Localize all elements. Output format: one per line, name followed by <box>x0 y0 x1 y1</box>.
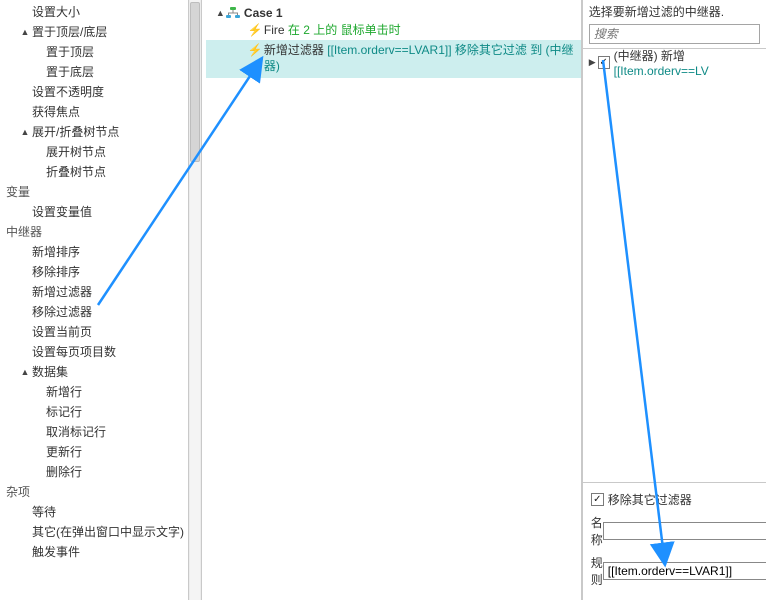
tree-item-expand[interactable]: 展开树节点 <box>6 142 188 162</box>
tree-item-label: 置于底层 <box>46 62 94 82</box>
splitter-left[interactable] <box>188 0 202 600</box>
action-row[interactable]: ⚡ 新增过滤器 [[Item.orderv==LVAR1]] 移除其它过滤 到 … <box>206 40 582 78</box>
rule-input[interactable] <box>603 562 766 580</box>
search-field-wrapper <box>589 24 760 44</box>
remove-others-checkbox[interactable]: ✓ <box>591 493 604 506</box>
tree-item-label: 其它(在弹出窗口中显示文字) <box>32 522 184 542</box>
tree-group-label: 变量 <box>6 182 30 202</box>
tree-item-label: 新增排序 <box>32 242 80 262</box>
caret-right-icon: ▶ <box>589 57 598 68</box>
checkbox[interactable]: ✓ <box>598 56 610 69</box>
filter-config: ✓ 移除其它过滤器 名称 规则 <box>583 482 766 600</box>
tree-item-label: 新增行 <box>46 382 82 402</box>
action-text: 新增过滤器 [[Item.orderv==LVAR1]] 移除其它过滤 到 (中… <box>264 42 582 74</box>
tree-item-set-current-page[interactable]: 设置当前页 <box>6 322 188 342</box>
tree-group-repeater[interactable]: 中继器 <box>6 222 188 242</box>
scrollbar-thumb[interactable] <box>190 2 200 162</box>
repeater-item[interactable]: ▶ ✓ (中继器) 新增 [[Item.orderv==LV <box>589 53 766 71</box>
tree-item-label: 展开树节点 <box>46 142 106 162</box>
tree-item-label: 移除排序 <box>32 262 80 282</box>
tree-item-label: 设置每页项目数 <box>32 342 116 362</box>
caret-down-icon: ▲ <box>216 8 226 18</box>
tree-item-send-back[interactable]: 置于底层 <box>6 62 188 82</box>
right-title: 选择要新增过滤的中继器. <box>583 0 766 20</box>
tree-item-set-items-per-page[interactable]: 设置每页项目数 <box>6 342 188 362</box>
tree-item-bring-front[interactable]: 置于顶层 <box>6 42 188 62</box>
repeater-list: ▶ ✓ (中继器) 新增 [[Item.orderv==LV <box>583 48 766 71</box>
left-action-tree: 设置大小 ▲置于顶层/底层 置于顶层 置于底层 设置不透明度 获得焦点 ▲展开/… <box>0 0 188 600</box>
tree-item-label: 设置大小 <box>32 2 80 22</box>
tree-item-delete-row[interactable]: 删除行 <box>6 462 188 482</box>
search-input[interactable] <box>590 25 759 43</box>
tree-item-wait[interactable]: 等待 <box>6 502 188 522</box>
tree-item-label: 设置当前页 <box>32 322 92 342</box>
flowchart-icon <box>226 7 240 19</box>
tree-item-label: 置于顶层 <box>46 42 94 62</box>
right-config-pane: 选择要新增过滤的中继器. ▶ ✓ (中继器) 新增 [[Item.orderv=… <box>582 0 766 600</box>
caret-down-icon: ▲ <box>20 22 30 42</box>
tree-group-label: 数据集 <box>32 362 68 382</box>
tree-item-label: 新增过滤器 <box>32 282 92 302</box>
tree-item-label: 设置不透明度 <box>32 82 104 102</box>
tree-item-label: 移除过滤器 <box>32 302 92 322</box>
tree-item-set-size[interactable]: 设置大小 <box>6 2 188 22</box>
name-label: 名称 <box>591 514 603 548</box>
tree-group-label: 中继器 <box>6 222 42 242</box>
tree-group-other[interactable]: 杂项 <box>6 482 188 502</box>
event-text: Fire 在 2 上的 鼠标单击时 <box>264 22 401 38</box>
tree-item-expand-collapse[interactable]: ▲展开/折叠树节点 <box>6 122 188 142</box>
tree-item-add-sort[interactable]: 新增排序 <box>6 242 188 262</box>
tree-item-label: 获得焦点 <box>32 102 80 122</box>
tree-item-label: 删除行 <box>46 462 82 482</box>
tree-item-remove-sort[interactable]: 移除排序 <box>6 262 188 282</box>
tree-group-dataset[interactable]: ▲数据集 <box>6 362 188 382</box>
tree-item-remove-filter[interactable]: 移除过滤器 <box>6 302 188 322</box>
name-input[interactable] <box>603 522 766 540</box>
tree-item-mark-row[interactable]: 标记行 <box>6 402 188 422</box>
tree-item-raise-event[interactable]: 触发事件 <box>6 542 188 562</box>
caret-down-icon: ▲ <box>20 362 30 382</box>
rule-label: 规则 <box>591 554 603 588</box>
tree-item-label: 等待 <box>32 502 56 522</box>
case-row[interactable]: ▲ Case 1 <box>206 4 582 22</box>
tree-item-label: 设置变量值 <box>32 202 92 222</box>
tree-item-add-filter[interactable]: 新增过滤器 <box>6 282 188 302</box>
tree-item-add-row[interactable]: 新增行 <box>6 382 188 402</box>
tree-group-variables[interactable]: 变量 <box>6 182 188 202</box>
repeater-item-label: (中继器) 新增 [[Item.orderv==LV <box>614 47 766 78</box>
tree-item-label: 折叠树节点 <box>46 162 106 182</box>
tree-item-focus[interactable]: 获得焦点 <box>6 102 188 122</box>
tree-item-update-row[interactable]: 更新行 <box>6 442 188 462</box>
tree-item-set-variable[interactable]: 设置变量值 <box>6 202 188 222</box>
tree-item-label: 展开/折叠树节点 <box>32 122 119 142</box>
remove-others-label: 移除其它过滤器 <box>608 491 692 508</box>
tree-item-collapse[interactable]: 折叠树节点 <box>6 162 188 182</box>
bolt-icon: ⚡ <box>248 42 262 58</box>
bolt-icon: ⚡ <box>248 22 262 38</box>
center-actions-pane: ▲ Case 1 ⚡ Fire 在 2 上的 鼠标单击时 ⚡ 新增过滤器 [[I… <box>202 0 582 600</box>
tree-item-opacity[interactable]: 设置不透明度 <box>6 82 188 102</box>
tree-group-label: 杂项 <box>6 482 30 502</box>
tree-item-zindex[interactable]: ▲置于顶层/底层 <box>6 22 188 42</box>
tree-item-unmark-row[interactable]: 取消标记行 <box>6 422 188 442</box>
event-row[interactable]: ⚡ Fire 在 2 上的 鼠标单击时 <box>206 22 582 40</box>
case-label: Case 1 <box>244 6 283 20</box>
caret-down-icon: ▲ <box>20 122 30 142</box>
tree-item-other-popup[interactable]: 其它(在弹出窗口中显示文字) <box>6 522 188 542</box>
tree-item-label: 取消标记行 <box>46 422 106 442</box>
tree-item-label: 更新行 <box>46 442 82 462</box>
tree-item-label: 触发事件 <box>32 542 80 562</box>
tree-item-label: 标记行 <box>46 402 82 422</box>
tree-item-label: 置于顶层/底层 <box>32 22 107 42</box>
